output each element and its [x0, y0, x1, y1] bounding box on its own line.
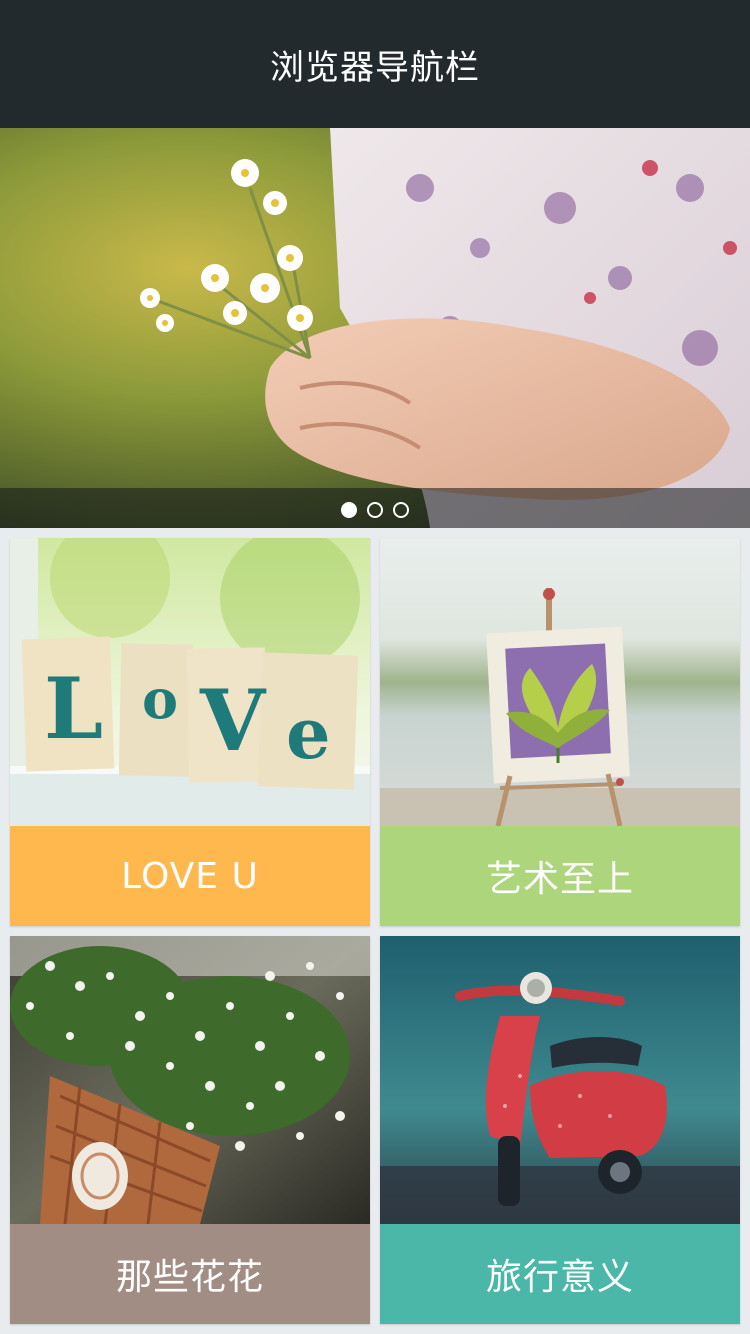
- card-image: L o V e: [10, 538, 370, 826]
- card-label: LOVE U: [10, 826, 370, 926]
- navigation-bar: 浏览器导航栏: [0, 0, 750, 128]
- carousel-dot-1[interactable]: [341, 502, 357, 518]
- letter-l: L: [44, 659, 103, 758]
- card-image: [380, 538, 740, 826]
- card-image: [380, 936, 740, 1224]
- card-flowers[interactable]: 那些花花: [10, 936, 370, 1324]
- banner-carousel[interactable]: [0, 128, 750, 528]
- letter-e: e: [286, 692, 331, 775]
- card-image: [10, 936, 370, 1224]
- letter-v: V: [199, 671, 267, 770]
- card-love-u[interactable]: L o V e LOVE U: [10, 538, 370, 926]
- carousel-dots: [0, 502, 750, 518]
- love-cards-image: L o V e: [10, 538, 370, 826]
- card-label: 旅行意义: [380, 1224, 740, 1324]
- card-travel[interactable]: 旅行意义: [380, 936, 740, 1324]
- card-art[interactable]: 艺术至上: [380, 538, 740, 926]
- flower-basket-image: [10, 936, 370, 1224]
- easel-painting-image: [380, 538, 740, 826]
- letter-o: o: [142, 667, 178, 731]
- banner-image: [0, 128, 750, 528]
- red-scooter-image: [380, 936, 740, 1224]
- card-label: 那些花花: [10, 1224, 370, 1324]
- navbar-title: 浏览器导航栏: [270, 47, 480, 88]
- carousel-dot-3[interactable]: [393, 502, 409, 518]
- card-label: 艺术至上: [380, 826, 740, 926]
- carousel-dot-2[interactable]: [367, 502, 383, 518]
